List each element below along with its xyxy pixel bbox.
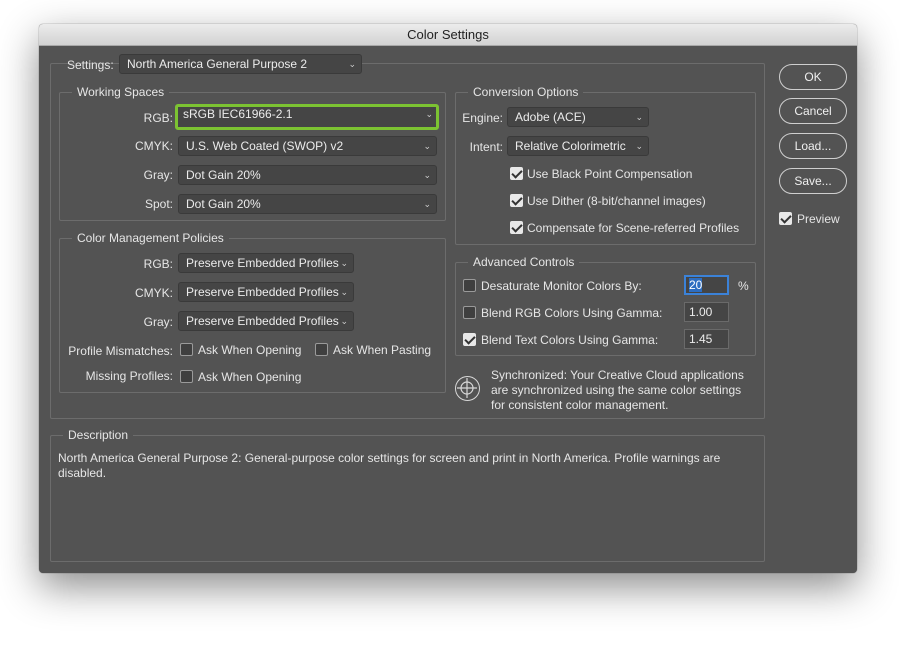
ws-gray-value: Dot Gain 20% xyxy=(186,168,261,182)
ws-rgb-dropdown[interactable]: sRGB IEC61966-2.1 ⌄ xyxy=(175,104,439,130)
dither-checkbox[interactable] xyxy=(510,194,523,207)
profile-mismatches-label: Profile Mismatches: xyxy=(68,344,173,358)
preview-checkbox[interactable] xyxy=(779,212,792,225)
settings-dropdown[interactable]: North America General Purpose 2 ⌄ xyxy=(119,54,362,74)
desaturate-checkbox[interactable] xyxy=(463,279,476,292)
sync-text-line1: Synchronized: Your Creative Cloud applic… xyxy=(491,368,744,382)
intent-label: Intent: xyxy=(469,140,503,154)
chevron-down-icon: ⌄ xyxy=(425,109,433,119)
ws-spot-value: Dot Gain 20% xyxy=(186,197,261,211)
description-title: Description xyxy=(63,428,134,442)
dither-label[interactable]: Use Dither (8-bit/channel images) xyxy=(527,194,706,208)
ws-rgb-label: RGB: xyxy=(143,111,173,125)
ws-cmyk-value: U.S. Web Coated (SWOP) v2 xyxy=(186,139,344,153)
blend-rgb-checkbox[interactable] xyxy=(463,306,476,319)
ask-when-pasting-label[interactable]: Ask When Pasting xyxy=(333,343,431,357)
ask-when-pasting-checkbox[interactable] xyxy=(315,343,328,356)
settings-label: Settings: xyxy=(67,58,114,72)
ws-cmyk-label: CMYK: xyxy=(134,139,173,153)
settings-value: North America General Purpose 2 xyxy=(127,57,308,71)
ws-spot-dropdown[interactable]: Dot Gain 20% ⌄ xyxy=(178,194,437,214)
ws-spot-label: Spot: xyxy=(144,197,173,211)
missing-ask-when-opening-checkbox[interactable] xyxy=(180,370,193,383)
sync-globe-icon xyxy=(455,376,480,401)
chevron-down-icon: ⌄ xyxy=(635,112,643,122)
policy-cmyk-label: CMYK: xyxy=(134,286,173,300)
chevron-down-icon: ⌄ xyxy=(423,199,431,209)
color-settings-dialog: Color Settings Settings: North America G… xyxy=(39,24,857,573)
missing-ask-when-opening-label[interactable]: Ask When Opening xyxy=(198,370,301,384)
engine-dropdown[interactable]: Adobe (ACE) ⌄ xyxy=(507,107,649,127)
blend-text-label[interactable]: Blend Text Colors Using Gamma: xyxy=(481,333,658,347)
black-point-label[interactable]: Use Black Point Compensation xyxy=(527,167,692,181)
blend-rgb-label[interactable]: Blend RGB Colors Using Gamma: xyxy=(481,306,662,320)
blend-text-checkbox[interactable] xyxy=(463,333,476,346)
policy-cmyk-value: Preserve Embedded Profiles xyxy=(186,285,339,299)
policy-gray-value: Preserve Embedded Profiles xyxy=(186,314,339,328)
save-button[interactable]: Save... xyxy=(779,168,847,194)
preview-label[interactable]: Preview xyxy=(797,212,840,226)
chevron-down-icon: ⌄ xyxy=(340,287,348,297)
sync-text-line3: for consistent color management. xyxy=(491,398,669,412)
engine-label: Engine: xyxy=(462,111,503,125)
advanced-title: Advanced Controls xyxy=(468,255,580,269)
ok-button[interactable]: OK xyxy=(779,64,847,90)
description-line1: North America General Purpose 2: General… xyxy=(58,451,721,465)
ws-gray-dropdown[interactable]: Dot Gain 20% ⌄ xyxy=(178,165,437,185)
cancel-button[interactable]: Cancel xyxy=(779,98,847,124)
chevron-down-icon: ⌄ xyxy=(635,141,643,151)
policy-rgb-dropdown[interactable]: Preserve Embedded Profiles ⌄ xyxy=(178,253,354,273)
description-line2: disabled. xyxy=(58,466,107,480)
engine-value: Adobe (ACE) xyxy=(515,110,586,124)
policies-title: Color Management Policies xyxy=(72,231,229,245)
blend-rgb-input[interactable]: 1.00 xyxy=(684,302,729,322)
scene-referred-checkbox[interactable] xyxy=(510,221,523,234)
chevron-down-icon: ⌄ xyxy=(340,258,348,268)
policy-rgb-label: RGB: xyxy=(143,257,173,271)
black-point-checkbox[interactable] xyxy=(510,167,523,180)
desaturate-value: 20 xyxy=(689,278,703,292)
policy-gray-dropdown[interactable]: Preserve Embedded Profiles ⌄ xyxy=(178,311,354,331)
chevron-down-icon: ⌄ xyxy=(423,170,431,180)
window-title: Color Settings xyxy=(39,24,857,46)
ask-when-opening-checkbox[interactable] xyxy=(180,343,193,356)
conversion-title: Conversion Options xyxy=(468,85,584,99)
policy-cmyk-dropdown[interactable]: Preserve Embedded Profiles ⌄ xyxy=(178,282,354,302)
desaturate-unit: % xyxy=(738,279,749,293)
ask-when-opening-label[interactable]: Ask When Opening xyxy=(198,343,301,357)
chevron-down-icon: ⌄ xyxy=(423,141,431,151)
working-spaces-title: Working Spaces xyxy=(72,85,170,99)
policy-gray-label: Gray: xyxy=(143,315,173,329)
scene-referred-label[interactable]: Compensate for Scene-referred Profiles xyxy=(527,221,739,235)
chevron-down-icon: ⌄ xyxy=(340,316,348,326)
desaturate-input[interactable]: 20 xyxy=(684,275,729,295)
blend-text-input[interactable]: 1.45 xyxy=(684,329,729,349)
intent-value: Relative Colorimetric xyxy=(515,139,626,153)
ws-rgb-value: sRGB IEC61966-2.1 xyxy=(183,107,293,121)
load-button[interactable]: Load... xyxy=(779,133,847,159)
intent-dropdown[interactable]: Relative Colorimetric ⌄ xyxy=(507,136,649,156)
chevron-down-icon: ⌄ xyxy=(348,59,356,69)
ws-gray-label: Gray: xyxy=(143,168,173,182)
sync-text-line2: are synchronized using the same color se… xyxy=(491,383,742,397)
policy-rgb-value: Preserve Embedded Profiles xyxy=(186,256,339,270)
missing-profiles-label: Missing Profiles: xyxy=(85,369,173,383)
desaturate-label[interactable]: Desaturate Monitor Colors By: xyxy=(481,279,642,293)
ws-cmyk-dropdown[interactable]: U.S. Web Coated (SWOP) v2 ⌄ xyxy=(178,136,437,156)
